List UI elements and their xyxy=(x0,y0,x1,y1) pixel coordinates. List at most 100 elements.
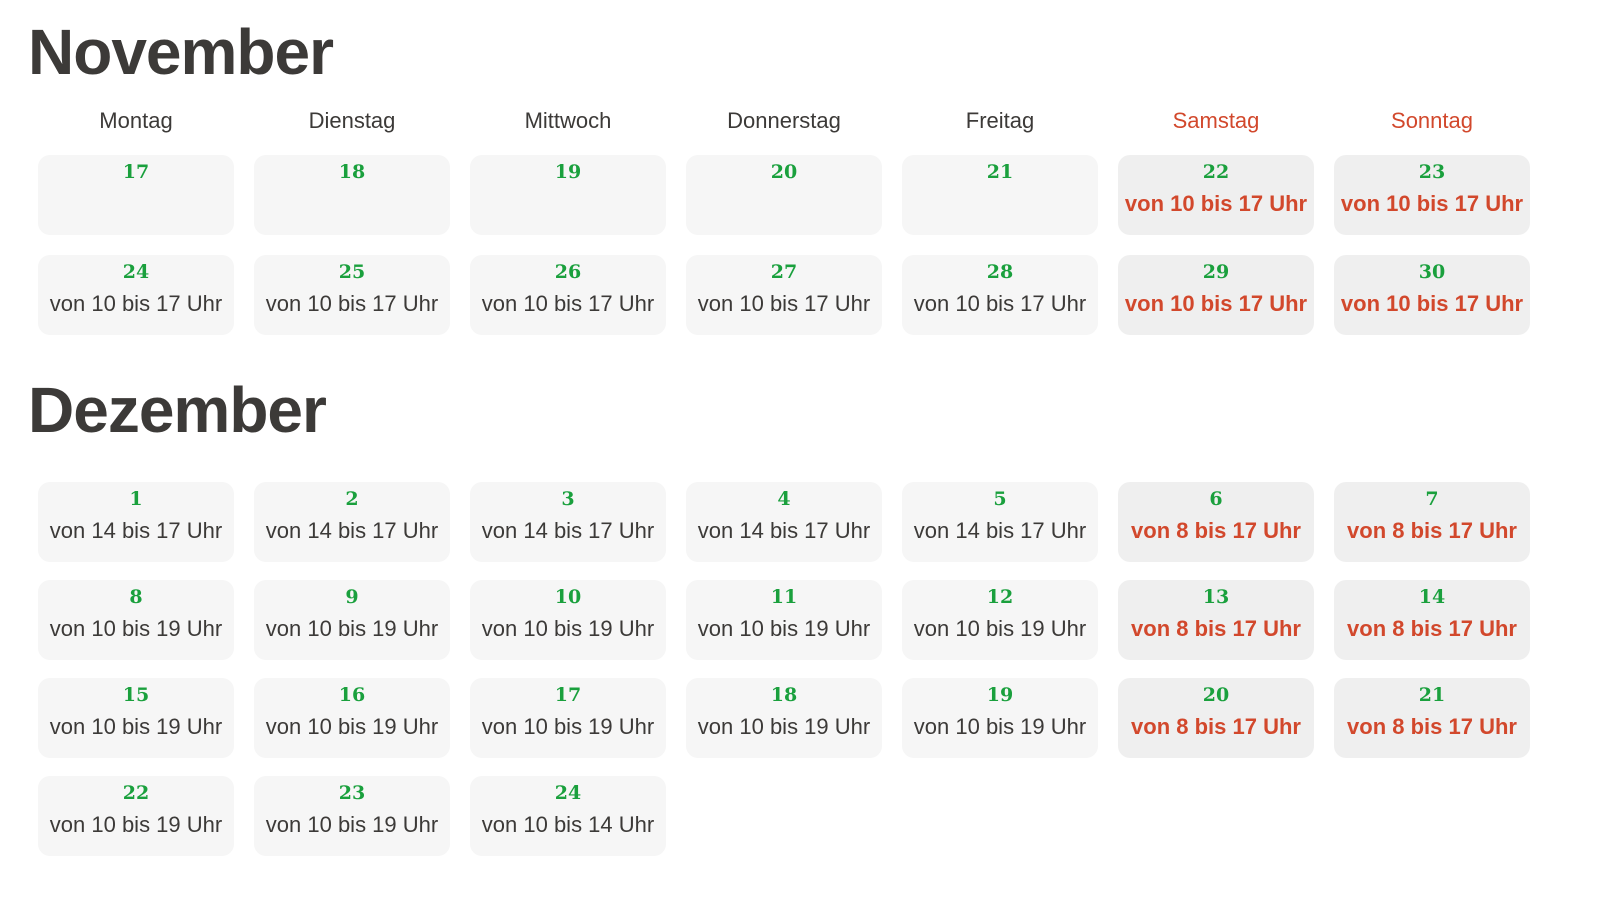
day-number: 19 xyxy=(554,161,582,183)
day-cell: 23 von 10 bis 17 Uhr xyxy=(1334,155,1530,235)
weekday-monday: Montag xyxy=(99,108,173,133)
opening-hours: von 10 bis 19 Uhr xyxy=(481,616,655,641)
day-number: 18 xyxy=(338,161,366,183)
opening-hours: von 10 bis 17 Uhr xyxy=(481,291,655,316)
weekday-wednesday: Mittwoch xyxy=(524,108,612,133)
day-cell: 3 von 14 bis 17 Uhr xyxy=(470,482,666,562)
opening-hours: von 14 bis 17 Uhr xyxy=(265,518,439,543)
opening-hours: von 8 bis 17 Uhr xyxy=(1131,616,1301,641)
day-cell: 14 von 8 bis 17 Uhr xyxy=(1334,580,1530,660)
opening-hours: von 10 bis 17 Uhr xyxy=(1340,191,1524,216)
opening-hours: von 10 bis 17 Uhr xyxy=(1124,291,1308,316)
day-number: 14 xyxy=(1418,586,1446,608)
day-number: 24 xyxy=(554,782,582,804)
day-number: 22 xyxy=(122,782,150,804)
day-cell: 16 von 10 bis 19 Uhr xyxy=(254,678,450,758)
opening-hours: von 8 bis 17 Uhr xyxy=(1347,616,1517,641)
opening-hours: von 10 bis 19 Uhr xyxy=(697,616,871,641)
day-number: 17 xyxy=(122,161,150,183)
day-number: 21 xyxy=(986,161,1014,183)
day-cell: 24 von 10 bis 17 Uhr xyxy=(38,255,234,335)
day-cell: 29 von 10 bis 17 Uhr xyxy=(1118,255,1314,335)
day-cell: 22 von 10 bis 17 Uhr xyxy=(1118,155,1314,235)
weekday-tuesday: Dienstag xyxy=(308,108,396,133)
opening-hours: von 10 bis 19 Uhr xyxy=(265,714,439,739)
opening-hours: von 10 bis 19 Uhr xyxy=(265,812,439,837)
day-number: 5 xyxy=(993,488,1007,510)
day-cell: 23 von 10 bis 19 Uhr xyxy=(254,776,450,856)
opening-hours: von 10 bis 17 Uhr xyxy=(697,291,871,316)
opening-hours: von 10 bis 19 Uhr xyxy=(265,616,439,641)
day-number: 23 xyxy=(338,782,366,804)
month-title-november: November xyxy=(28,16,334,88)
day-number: 23 xyxy=(1418,161,1446,183)
opening-hours: von 14 bis 17 Uhr xyxy=(697,518,871,543)
opening-hours: von 10 bis 19 Uhr xyxy=(49,714,223,739)
opening-hours: von 10 bis 17 Uhr xyxy=(1124,191,1308,216)
opening-hours: von 8 bis 17 Uhr xyxy=(1131,518,1301,543)
day-number: 20 xyxy=(1202,684,1230,706)
day-cell: 15 von 10 bis 19 Uhr xyxy=(38,678,234,758)
day-number: 3 xyxy=(561,488,575,510)
opening-hours: von 10 bis 19 Uhr xyxy=(49,812,223,837)
day-number: 17 xyxy=(554,684,582,706)
day-number: 19 xyxy=(986,684,1014,706)
day-cell: 28 von 10 bis 17 Uhr xyxy=(902,255,1098,335)
opening-hours: von 8 bis 17 Uhr xyxy=(1347,518,1517,543)
day-number: 11 xyxy=(770,586,798,608)
day-number: 16 xyxy=(338,684,366,706)
day-cell: 18 von 10 bis 19 Uhr xyxy=(686,678,882,758)
day-cell: 10 von 10 bis 19 Uhr xyxy=(470,580,666,660)
day-cell: 30 von 10 bis 17 Uhr xyxy=(1334,255,1530,335)
day-cell: 24 von 10 bis 14 Uhr xyxy=(470,776,666,856)
opening-hours: von 10 bis 19 Uhr xyxy=(913,616,1087,641)
day-cell: 2 von 14 bis 17 Uhr xyxy=(254,482,450,562)
weekday-saturday: Samstag xyxy=(1172,108,1260,133)
day-number: 21 xyxy=(1418,684,1446,706)
month-title-dezember: Dezember xyxy=(28,374,327,446)
day-number: 6 xyxy=(1209,488,1223,510)
day-number: 4 xyxy=(777,488,791,510)
day-cell: 4 von 14 bis 17 Uhr xyxy=(686,482,882,562)
day-cell: 19 von 10 bis 19 Uhr xyxy=(902,678,1098,758)
day-cell: 21 von 8 bis 17 Uhr xyxy=(1334,678,1530,758)
opening-hours: von 8 bis 17 Uhr xyxy=(1131,714,1301,739)
opening-hours: von 14 bis 17 Uhr xyxy=(49,518,223,543)
opening-hours: von 10 bis 17 Uhr xyxy=(265,291,439,316)
day-cell: 8 von 10 bis 19 Uhr xyxy=(38,580,234,660)
day-number: 10 xyxy=(554,586,582,608)
day-cell: 20 xyxy=(686,155,882,235)
opening-hours: von 10 bis 19 Uhr xyxy=(913,714,1087,739)
weekday-sunday: Sonntag xyxy=(1391,108,1473,133)
day-cell: 11 von 10 bis 19 Uhr xyxy=(686,580,882,660)
opening-hours: von 10 bis 14 Uhr xyxy=(481,812,655,837)
day-number: 29 xyxy=(1202,261,1230,283)
day-cell: 13 von 8 bis 17 Uhr xyxy=(1118,580,1314,660)
day-cell: 5 von 14 bis 17 Uhr xyxy=(902,482,1098,562)
day-number: 12 xyxy=(986,586,1014,608)
day-number: 1 xyxy=(129,488,143,510)
opening-hours: von 14 bis 17 Uhr xyxy=(913,518,1087,543)
day-number: 28 xyxy=(986,261,1014,283)
day-number: 13 xyxy=(1202,586,1230,608)
day-number: 22 xyxy=(1202,161,1230,183)
weekday-friday: Freitag xyxy=(965,108,1035,133)
day-cell: 19 xyxy=(470,155,666,235)
opening-hours: von 14 bis 17 Uhr xyxy=(481,518,655,543)
day-cell: 21 xyxy=(902,155,1098,235)
day-cell: 27 von 10 bis 17 Uhr xyxy=(686,255,882,335)
day-cell: 6 von 8 bis 17 Uhr xyxy=(1118,482,1314,562)
day-number: 26 xyxy=(554,261,582,283)
day-cell: 7 von 8 bis 17 Uhr xyxy=(1334,482,1530,562)
day-number: 2 xyxy=(345,488,359,510)
opening-hours: von 10 bis 19 Uhr xyxy=(697,714,871,739)
day-cell: 22 von 10 bis 19 Uhr xyxy=(38,776,234,856)
day-number: 9 xyxy=(345,586,359,608)
opening-hours: von 10 bis 19 Uhr xyxy=(49,616,223,641)
weekday-header-row: Montag Dienstag Mittwoch Donnerstag Frei… xyxy=(0,108,1600,138)
day-number: 25 xyxy=(338,261,366,283)
day-cell: 17 von 10 bis 19 Uhr xyxy=(470,678,666,758)
opening-hours: von 10 bis 17 Uhr xyxy=(49,291,223,316)
day-cell: 18 xyxy=(254,155,450,235)
day-cell: 20 von 8 bis 17 Uhr xyxy=(1118,678,1314,758)
